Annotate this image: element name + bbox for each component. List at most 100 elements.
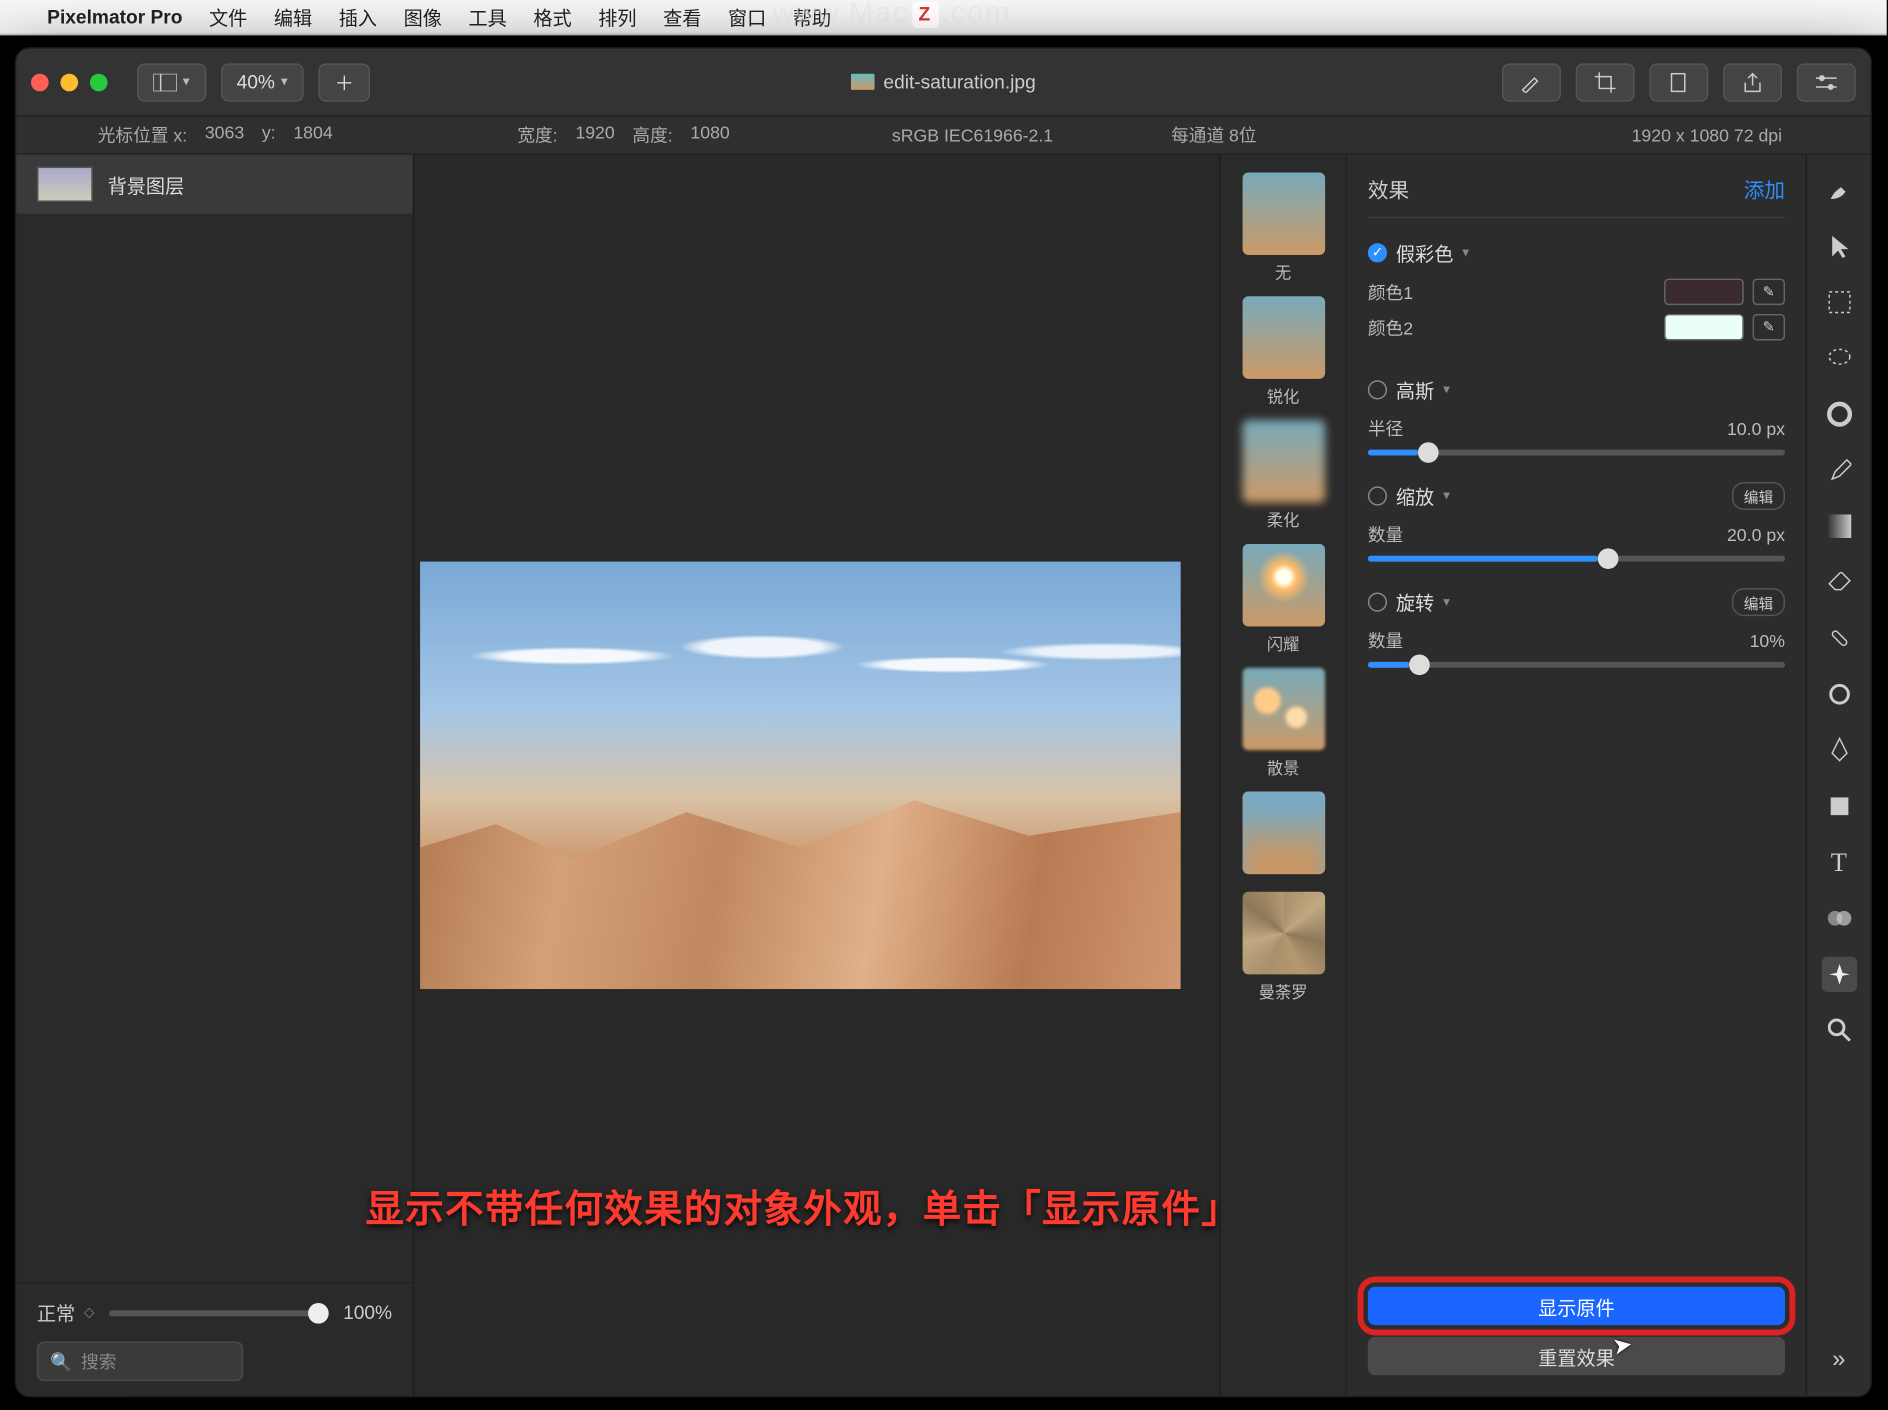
spin-amount-label: 数量 bbox=[1368, 628, 1439, 653]
type-tool[interactable]: T bbox=[1821, 845, 1856, 880]
effect-falsecolor-title: 假彩色 bbox=[1396, 239, 1454, 267]
settings-toggle-button[interactable] bbox=[1797, 63, 1856, 101]
app-menu[interactable]: Pixelmator Pro bbox=[47, 6, 182, 28]
lasso-tool[interactable] bbox=[1821, 340, 1856, 375]
preset-bokeh[interactable]: 散景 bbox=[1242, 668, 1325, 780]
preset-none[interactable]: 无 bbox=[1242, 172, 1325, 284]
zoom-window-button[interactable] bbox=[90, 73, 108, 91]
blend-mode-select[interactable]: 正常 ◇ bbox=[37, 1299, 94, 1327]
overlap-circles-icon bbox=[1826, 908, 1853, 929]
dimensions-value: 1920 x 1080 72 dpi bbox=[1632, 125, 1782, 146]
preset-sharpen[interactable]: 锐化 bbox=[1242, 296, 1325, 408]
menu-file[interactable]: 文件 bbox=[209, 3, 247, 31]
layer-row[interactable]: 背景图层 bbox=[16, 155, 413, 214]
gradient-tool[interactable] bbox=[1821, 509, 1856, 544]
effects-tool[interactable] bbox=[1821, 957, 1856, 992]
color-picker-tool-button[interactable] bbox=[1502, 63, 1561, 101]
color1-swatch[interactable] bbox=[1664, 279, 1744, 306]
document-thumb-icon bbox=[851, 74, 875, 90]
menu-format[interactable]: 格式 bbox=[533, 3, 571, 31]
preset-kaleidoscope[interactable]: 曼荼罗 bbox=[1242, 892, 1325, 1004]
cursor-x-label: 光标位置 x: bbox=[98, 122, 187, 147]
arrow-tool[interactable] bbox=[1821, 228, 1856, 263]
chevron-down-icon: ▾ bbox=[1443, 594, 1450, 610]
checkbox-off-icon[interactable] bbox=[1368, 593, 1387, 612]
add-effect-button[interactable]: 添加 bbox=[1744, 175, 1785, 204]
chevron-down-icon: ▾ bbox=[1443, 488, 1450, 504]
layer-thumbnail bbox=[37, 167, 93, 202]
checkbox-off-icon[interactable] bbox=[1368, 486, 1387, 505]
menu-edit[interactable]: 编辑 bbox=[274, 3, 312, 31]
minimize-window-button[interactable] bbox=[60, 73, 78, 91]
rect-shape-tool[interactable] bbox=[1821, 789, 1856, 824]
menu-insert[interactable]: 插入 bbox=[339, 3, 377, 31]
lasso-icon bbox=[1826, 346, 1853, 370]
close-window-button[interactable] bbox=[31, 73, 49, 91]
opacity-value: 100% bbox=[343, 1302, 392, 1324]
preset-tiltblur[interactable] bbox=[1242, 792, 1325, 880]
pen-tool[interactable] bbox=[1821, 733, 1856, 768]
pen-icon bbox=[1828, 737, 1849, 764]
effect-zoom-header[interactable]: 缩放 ▾ 编辑 bbox=[1368, 482, 1785, 510]
radius-slider[interactable] bbox=[1368, 450, 1785, 456]
window-toolbar: ▾ 40% ▾ ＋ edit-saturation.jpg bbox=[16, 49, 1870, 117]
shape-tool[interactable] bbox=[1821, 677, 1856, 712]
sliders-icon bbox=[1814, 73, 1838, 91]
preset-soften[interactable]: 柔化 bbox=[1242, 420, 1325, 532]
reset-effects-button[interactable]: 重置效果 bbox=[1368, 1337, 1785, 1375]
menu-image[interactable]: 图像 bbox=[404, 3, 442, 31]
zoom-edit-button[interactable]: 编辑 bbox=[1732, 482, 1785, 510]
effect-gaussian-header[interactable]: 高斯 ▾ bbox=[1368, 376, 1785, 404]
sidebar-toggle-button[interactable]: ▾ bbox=[137, 63, 206, 101]
more-tools[interactable]: » bbox=[1821, 1343, 1856, 1378]
zoom-tool[interactable] bbox=[1821, 1013, 1856, 1048]
eyedropper-icon bbox=[1520, 71, 1544, 92]
style-tool[interactable] bbox=[1821, 172, 1856, 207]
layer-search-input[interactable]: 🔍 搜索 bbox=[37, 1341, 243, 1381]
effect-spin-header[interactable]: 旋转 ▾ 编辑 bbox=[1368, 588, 1785, 616]
show-original-button[interactable]: 显示原件 bbox=[1368, 1287, 1785, 1325]
width-label: 宽度: bbox=[517, 122, 557, 147]
effect-zoom: 缩放 ▾ 编辑 数量 20.0 px bbox=[1368, 482, 1785, 562]
paintbrush-icon bbox=[1826, 177, 1853, 204]
cursor-icon bbox=[1828, 233, 1849, 260]
checkbox-off-icon[interactable] bbox=[1368, 380, 1387, 399]
color-tool[interactable] bbox=[1821, 901, 1856, 936]
color-adjust-tool[interactable] bbox=[1821, 397, 1856, 432]
menu-tools[interactable]: 工具 bbox=[468, 3, 506, 31]
gradient-icon bbox=[1827, 514, 1851, 538]
share-button[interactable] bbox=[1723, 63, 1782, 101]
eraser-tool[interactable] bbox=[1821, 565, 1856, 600]
zoom-select[interactable]: 40% ▾ bbox=[220, 63, 303, 101]
menu-window[interactable]: 窗口 bbox=[728, 3, 766, 31]
color1-eyedropper[interactable]: ✎ bbox=[1753, 279, 1785, 306]
info-bar: 光标位置 x: 3063 y: 1804 宽度: 1920 高度: 1080 s… bbox=[16, 116, 1870, 154]
marquee-tool[interactable] bbox=[1821, 284, 1856, 319]
document-title: edit-saturation.jpg bbox=[851, 71, 1036, 93]
search-icon: 🔍 bbox=[50, 1351, 72, 1372]
height-value: 1080 bbox=[690, 122, 729, 147]
repair-tool[interactable] bbox=[1821, 621, 1856, 656]
opacity-slider[interactable] bbox=[109, 1310, 328, 1316]
zoom-amount-slider[interactable] bbox=[1368, 556, 1785, 562]
radius-value: 10.0 px bbox=[1727, 418, 1785, 439]
crop-tool-button[interactable] bbox=[1576, 63, 1635, 101]
layers-panel: 背景图层 正常 ◇ 100% 🔍 搜索 bbox=[16, 155, 414, 1396]
color2-eyedropper[interactable]: ✎ bbox=[1753, 314, 1785, 341]
brush-tool[interactable] bbox=[1821, 453, 1856, 488]
checkbox-on-icon[interactable] bbox=[1368, 243, 1387, 262]
duplicate-button[interactable] bbox=[1649, 63, 1708, 101]
add-button[interactable]: ＋ bbox=[319, 63, 371, 101]
cursor-y-value: 1804 bbox=[293, 122, 332, 147]
spin-edit-button[interactable]: 编辑 bbox=[1732, 588, 1785, 616]
document-title-text: edit-saturation.jpg bbox=[883, 71, 1035, 93]
effect-falsecolor-header[interactable]: 假彩色 ▾ bbox=[1368, 239, 1785, 267]
preset-flare[interactable]: 闪耀 bbox=[1242, 544, 1325, 656]
bandage-icon bbox=[1827, 626, 1851, 650]
spin-amount-slider[interactable] bbox=[1368, 662, 1785, 668]
menu-view[interactable]: 查看 bbox=[663, 3, 701, 31]
width-value: 1920 bbox=[575, 122, 614, 147]
share-icon bbox=[1742, 71, 1763, 92]
menu-arrange[interactable]: 排列 bbox=[598, 3, 636, 31]
color2-swatch[interactable] bbox=[1664, 314, 1744, 341]
